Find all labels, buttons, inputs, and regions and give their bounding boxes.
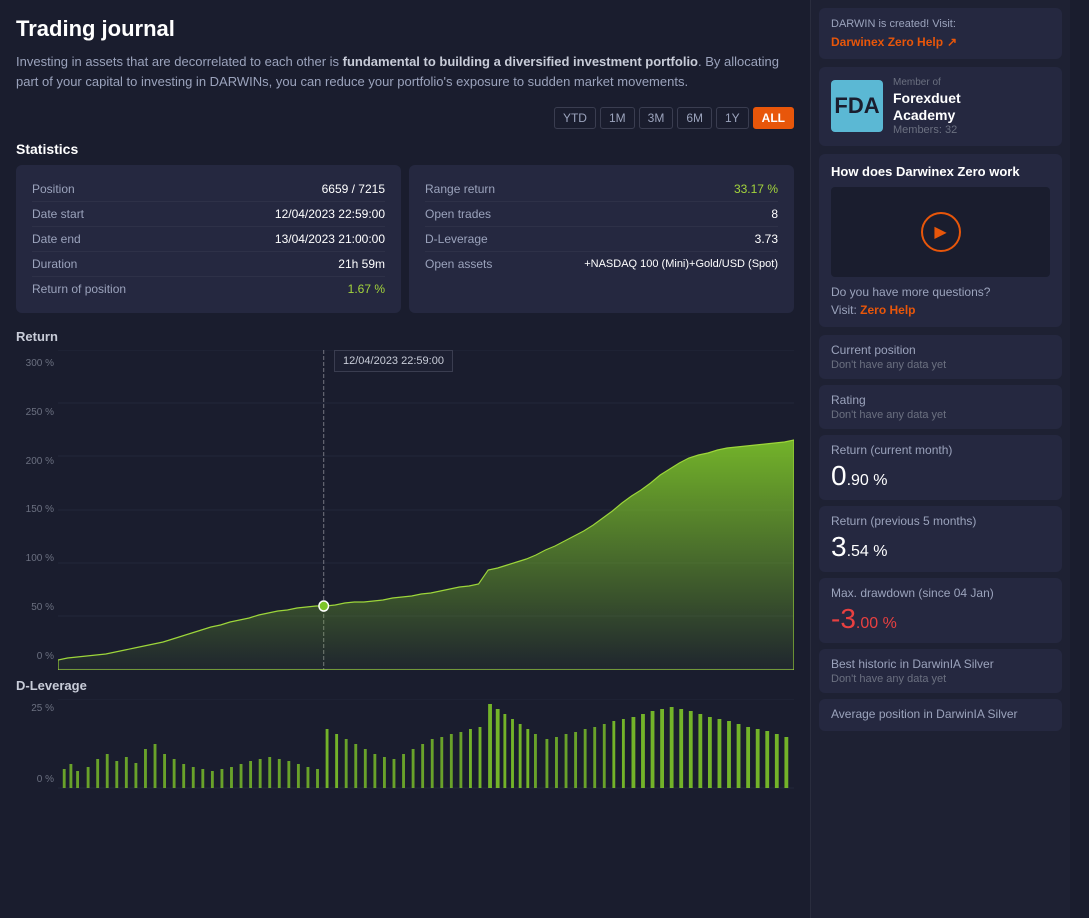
return-chart-svg bbox=[16, 350, 794, 670]
avg-position-title: Average position in DarwinIA Silver bbox=[831, 707, 1050, 721]
member-info: Member of Forexduet Academy Members: 32 bbox=[893, 77, 1050, 136]
return-prev-5-months-title: Return (previous 5 months) bbox=[831, 514, 1050, 528]
main-content: Trading journal Investing in assets that… bbox=[0, 0, 810, 918]
period-3m[interactable]: 3M bbox=[639, 107, 674, 129]
questions-text: Do you have more questions? bbox=[831, 285, 1050, 299]
stat-date-end: Date end 13/04/2023 21:00:00 bbox=[32, 227, 385, 252]
stat-duration: Duration 21h 59m bbox=[32, 252, 385, 277]
chart-tooltip: 12/04/2023 22:59:00 bbox=[334, 350, 453, 372]
max-drawdown-card: Max. drawdown (since 04 Jan) -3.00 % bbox=[819, 578, 1062, 644]
current-position-card: Current position Don't have any data yet bbox=[819, 335, 1062, 379]
darwinex-help-card: DARWIN is created! Visit: Darwinex Zero … bbox=[819, 8, 1062, 59]
max-drawdown-title: Max. drawdown (since 04 Jan) bbox=[831, 586, 1050, 600]
period-filters: YTD 1M 3M 6M 1Y ALL bbox=[16, 107, 794, 129]
stat-date-start: Date start 12/04/2023 22:59:00 bbox=[32, 202, 385, 227]
member-logo: FDA bbox=[831, 80, 883, 132]
dleverage-label: D-Leverage bbox=[16, 678, 794, 693]
intro-text: Investing in assets that are decorrelate… bbox=[16, 52, 794, 91]
page-title: Trading journal bbox=[16, 16, 794, 42]
stats-left-panel: Position 6659 / 7215 Date start 12/04/20… bbox=[16, 165, 401, 313]
best-historic-card: Best historic in DarwinIA Silver Don't h… bbox=[819, 649, 1062, 693]
stat-open-trades: Open trades 8 bbox=[425, 202, 778, 227]
max-drawdown-value: -3.00 % bbox=[831, 602, 1050, 636]
how-card: How does Darwinex Zero work ▶ Do you hav… bbox=[819, 154, 1062, 327]
stat-range-return: Range return 33.17 % bbox=[425, 177, 778, 202]
return-prev-5-months-value: 3.54 % bbox=[831, 530, 1050, 564]
period-1m[interactable]: 1M bbox=[600, 107, 635, 129]
stat-open-assets: Open assets +NASDAQ 100 (Mini)+Gold/USD … bbox=[425, 252, 778, 276]
member-count: Members: 32 bbox=[893, 124, 1050, 136]
sidebar: DARWIN is created! Visit: Darwinex Zero … bbox=[810, 0, 1070, 918]
return-current-month-card: Return (current month) 0.90 % bbox=[819, 435, 1062, 501]
external-link-icon: ↗ bbox=[947, 35, 957, 49]
current-position-title: Current position bbox=[831, 343, 1050, 357]
avg-position-card: Average position in DarwinIA Silver bbox=[819, 699, 1062, 731]
best-historic-title: Best historic in DarwinIA Silver bbox=[831, 657, 1050, 671]
statistics-label: Statistics bbox=[16, 141, 794, 157]
member-card: FDA Member of Forexduet Academy Members:… bbox=[819, 67, 1062, 146]
return-current-month-title: Return (current month) bbox=[831, 443, 1050, 457]
return-label: Return bbox=[16, 329, 794, 344]
rating-card: Rating Don't have any data yet bbox=[819, 385, 1062, 429]
period-ytd[interactable]: YTD bbox=[554, 107, 596, 129]
play-button[interactable]: ▶ bbox=[921, 212, 961, 252]
period-6m[interactable]: 6M bbox=[677, 107, 712, 129]
stats-right-panel: Range return 33.17 % Open trades 8 D-Lev… bbox=[409, 165, 794, 313]
visit-text: Visit: Zero Help bbox=[831, 303, 1050, 317]
rating-title: Rating bbox=[831, 393, 1050, 407]
statistics-grid: Position 6659 / 7215 Date start 12/04/20… bbox=[16, 165, 794, 313]
dleverage-chart: 25 % 0 % bbox=[16, 699, 794, 789]
dleverage-section: D-Leverage 25 % 0 % bbox=[16, 678, 794, 789]
return-chart: 12/04/2023 22:59:00 300 % 250 % 200 % 15… bbox=[16, 350, 794, 670]
member-name: Forexduet Academy bbox=[893, 90, 1050, 124]
darwinex-zero-help-link[interactable]: Darwinex Zero Help ↗ bbox=[831, 35, 957, 49]
chart-y-labels: 300 % 250 % 200 % 150 % 100 % 50 % 0 % bbox=[16, 350, 58, 670]
return-prev-5-months-card: Return (previous 5 months) 3.54 % bbox=[819, 506, 1062, 572]
period-all[interactable]: ALL bbox=[753, 107, 794, 129]
period-1y[interactable]: 1Y bbox=[716, 107, 749, 129]
stat-dleverage: D-Leverage 3.73 bbox=[425, 227, 778, 252]
stat-return-position: Return of position 1.67 % bbox=[32, 277, 385, 301]
best-historic-no-data: Don't have any data yet bbox=[831, 673, 1050, 685]
video-thumbnail[interactable]: ▶ bbox=[831, 187, 1050, 277]
current-position-no-data: Don't have any data yet bbox=[831, 359, 1050, 371]
return-current-month-value: 0.90 % bbox=[831, 459, 1050, 493]
how-title: How does Darwinex Zero work bbox=[831, 164, 1050, 179]
zero-help-link[interactable]: Zero Help bbox=[860, 303, 915, 317]
member-of-label: Member of bbox=[893, 77, 1050, 88]
stat-position: Position 6659 / 7215 bbox=[32, 177, 385, 202]
rating-no-data: Don't have any data yet bbox=[831, 409, 1050, 421]
dleverage-chart-svg bbox=[16, 699, 794, 789]
